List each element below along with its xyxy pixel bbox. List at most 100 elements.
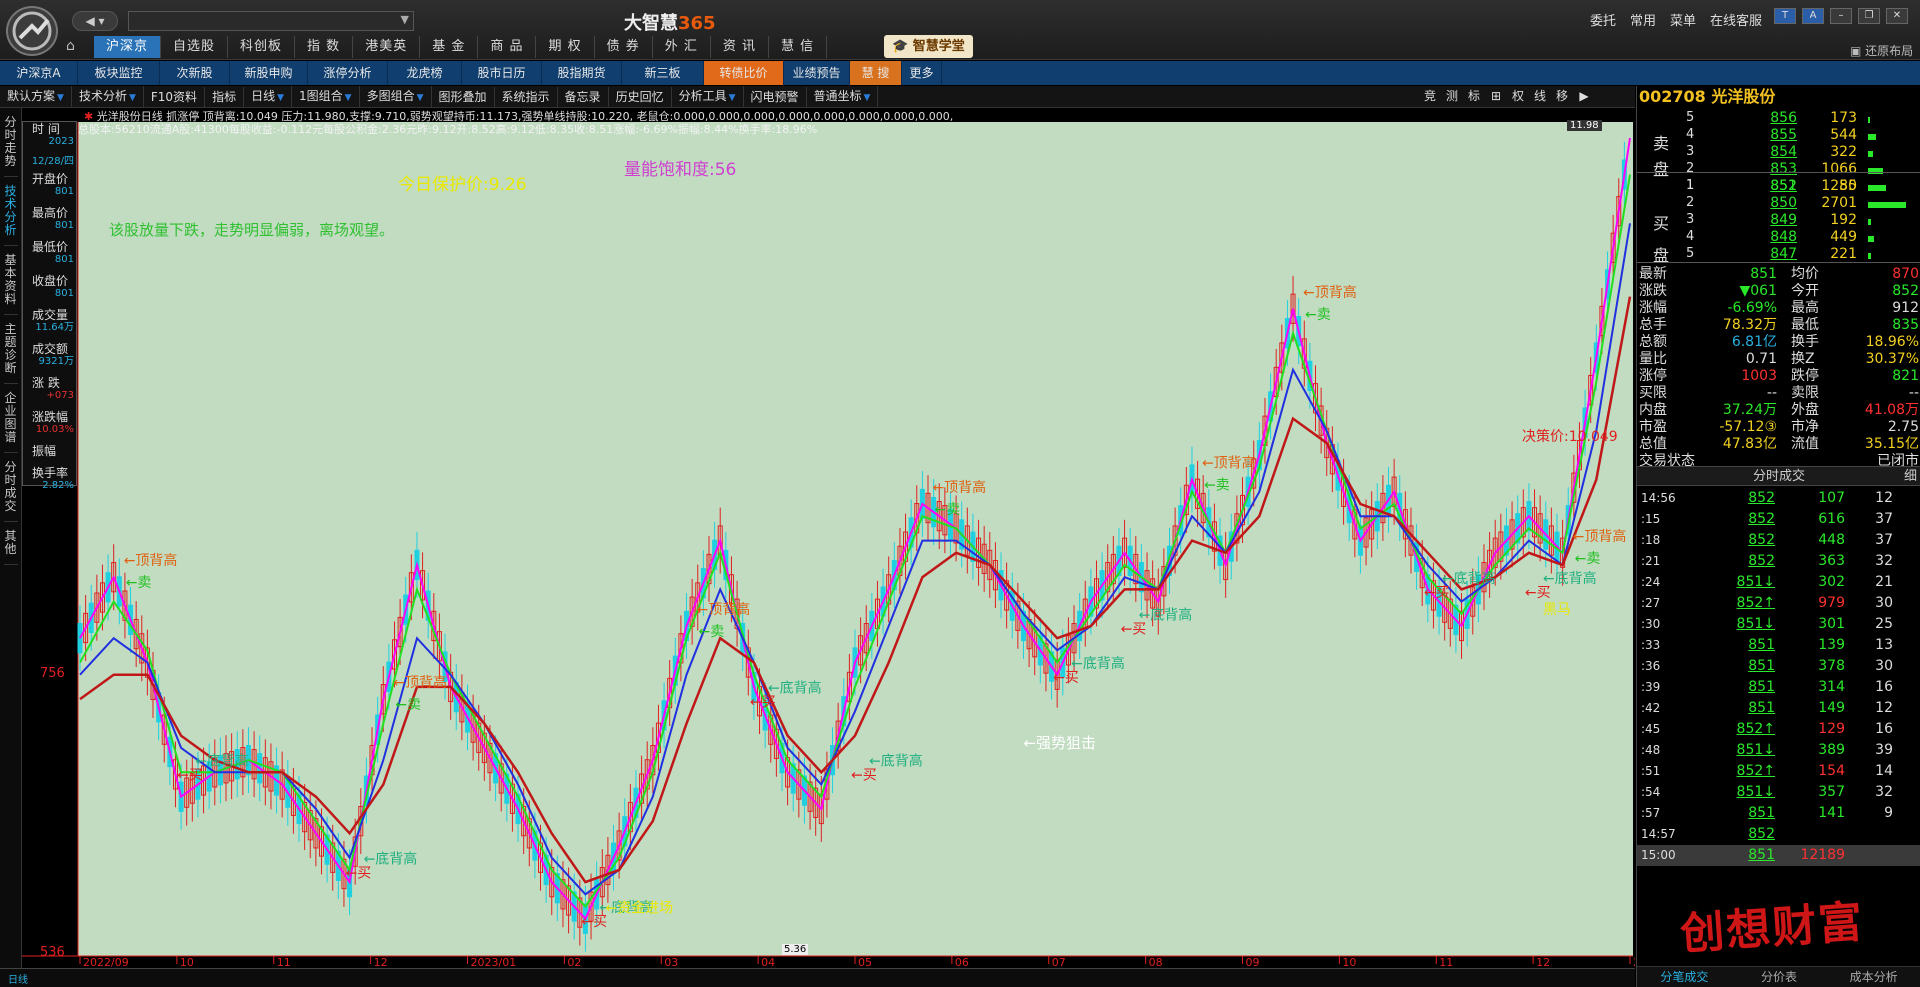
- tab-bonds[interactable]: 债 券: [595, 36, 653, 58]
- subtab-futures[interactable]: 股指期货: [542, 61, 622, 85]
- menu-entrust[interactable]: 委托: [1590, 10, 1616, 29]
- close-icon[interactable]: ✕: [1886, 8, 1908, 24]
- tab-hushenjing[interactable]: 沪深京: [94, 36, 162, 58]
- volume: 173: [1830, 110, 1857, 126]
- ohlc-label: 最高价: [32, 206, 69, 220]
- restore-icon[interactable]: ❐: [1858, 8, 1880, 24]
- trades-detail-tab[interactable]: 细: [1904, 467, 1917, 487]
- vtab-enterprise-map[interactable]: 企业图谱: [3, 384, 18, 453]
- tool-analysis-tools[interactable]: 分析工具 ▼: [672, 85, 744, 108]
- trade-row[interactable]: :42 851 149 12: [1637, 698, 1920, 719]
- vtab-trades[interactable]: 分时成交: [3, 453, 18, 522]
- tab-forex[interactable]: 外 汇: [653, 36, 711, 58]
- tool-indicator[interactable]: 指标: [205, 86, 245, 107]
- grid-icon[interactable]: ⊞: [1486, 86, 1506, 106]
- vtab-intraday[interactable]: 分时走势: [3, 108, 18, 177]
- tool-memo[interactable]: 备忘录: [558, 86, 609, 107]
- subtab-dragon-tiger[interactable]: 龙虎榜: [388, 61, 462, 85]
- trade-price: 852↑: [1736, 721, 1775, 737]
- back-forward-button[interactable]: ◀ ▾: [72, 11, 118, 31]
- trade-row[interactable]: :36 851 378 30: [1637, 656, 1920, 677]
- trade-row[interactable]: 14:57 852: [1637, 824, 1920, 845]
- tool-bid[interactable]: 竞: [1420, 86, 1440, 106]
- tool-flash-alert[interactable]: 闪电预警: [744, 86, 807, 107]
- tool-daily[interactable]: 日线 ▼: [244, 85, 293, 108]
- subtab-search[interactable]: 慧 搜: [850, 61, 902, 85]
- vtab-diagnosis[interactable]: 主题诊断: [3, 315, 18, 384]
- tool-default-scheme[interactable]: 默认方案 ▼: [0, 85, 72, 108]
- bid-row[interactable]: 5 847 221: [1637, 246, 1920, 266]
- academy-button[interactable]: 🎓 智慧学堂: [884, 35, 973, 58]
- subtab-earnings[interactable]: 业绩预告: [784, 61, 850, 85]
- tab-fund[interactable]: 基 金: [420, 36, 479, 58]
- tool-system-signal[interactable]: 系统指示: [495, 86, 558, 107]
- protect-price: 今日保护价:9.26: [398, 175, 527, 195]
- tab-tick-trades[interactable]: 分笔成交: [1637, 967, 1732, 987]
- a-icon[interactable]: A: [1802, 8, 1824, 24]
- subtab-calendar[interactable]: 股市日历: [462, 61, 542, 85]
- trade-row[interactable]: :45 852↑ 129 16: [1637, 719, 1920, 740]
- subtab-ipo[interactable]: 新股申购: [230, 61, 308, 85]
- app-logo-icon[interactable]: [6, 6, 58, 56]
- trade-row[interactable]: :33 851 139 13: [1637, 635, 1920, 656]
- trade-row[interactable]: :57 851 141 9: [1637, 803, 1920, 824]
- menu-common[interactable]: 常用: [1630, 10, 1656, 29]
- tab-watchlist[interactable]: 自选股: [161, 36, 229, 58]
- level: 5: [1686, 110, 1695, 125]
- menu-online-service[interactable]: 在线客服: [1710, 10, 1762, 29]
- subtab-limit-up[interactable]: 涨停分析: [308, 61, 388, 85]
- tab-hk-us-uk[interactable]: 港美英: [353, 36, 421, 58]
- play-icon[interactable]: ▶: [1574, 86, 1594, 106]
- tab-cost-analysis[interactable]: 成本分析: [1826, 967, 1920, 987]
- tab-news[interactable]: 资 讯: [711, 36, 770, 58]
- subtab-sector-monitor[interactable]: 板块监控: [78, 61, 160, 85]
- chevron-down-icon[interactable]: ▼: [401, 13, 409, 26]
- tool-mark[interactable]: 标: [1464, 86, 1484, 106]
- tab-star-market[interactable]: 科创板: [228, 36, 296, 58]
- trade-row[interactable]: :27 852↑ 979 30: [1637, 593, 1920, 614]
- subtab-new-stocks[interactable]: 次新股: [160, 61, 230, 85]
- trade-row[interactable]: :15 852 616 37: [1637, 509, 1920, 530]
- tool-history[interactable]: 历史回忆: [609, 86, 672, 107]
- trade-row[interactable]: :21 852 363 32: [1637, 551, 1920, 572]
- tab-huixin[interactable]: 慧 信: [769, 36, 828, 58]
- tool-line[interactable]: 线: [1530, 86, 1550, 106]
- trade-row[interactable]: :48 851↓ 389 39: [1637, 740, 1920, 761]
- trade-row[interactable]: :39 851 314 16: [1637, 677, 1920, 698]
- subtab-a-shares[interactable]: 沪深京A: [0, 61, 78, 85]
- kline-chart[interactable]: ←顶背高 ←卖 ←顶背高 ←卖 ←顶背高 ←卖 ←顶背高 ←卖 ←顶背高 ←卖 ←顶背高 ←卖 ←顶背高…: [22, 108, 1635, 968]
- subtab-neeq[interactable]: 新三板: [622, 61, 704, 85]
- trade-row[interactable]: :24 851↓ 302 21: [1637, 572, 1920, 593]
- search-input[interactable]: ▼: [128, 11, 414, 31]
- tab-options[interactable]: 期 权: [536, 36, 595, 58]
- period-tab-daily[interactable]: 日线: [0, 971, 36, 986]
- tab-commodity[interactable]: 商 品: [478, 36, 537, 58]
- tab-price-table[interactable]: 分价表: [1732, 967, 1827, 987]
- vtab-basic-info[interactable]: 基本资料: [3, 246, 18, 315]
- trade-row[interactable]: 15:00 851 12189: [1637, 845, 1920, 866]
- trade-row[interactable]: :54 851↓ 357 32: [1637, 782, 1920, 803]
- vtab-other[interactable]: 其他: [3, 522, 18, 565]
- home-icon[interactable]: ⌂: [66, 38, 86, 56]
- trade-row[interactable]: 14:56 852 107 12: [1637, 488, 1920, 509]
- trade-row[interactable]: :18 852 448 37: [1637, 530, 1920, 551]
- tool-tech-analysis[interactable]: 技术分析 ▼: [72, 85, 144, 108]
- tool-multi-chart[interactable]: 多图组合 ▼: [360, 85, 432, 108]
- tab-index[interactable]: 指 数: [295, 36, 354, 58]
- restore-layout-button[interactable]: ▣ 还原布局: [1850, 42, 1913, 59]
- t-icon[interactable]: T: [1774, 8, 1796, 24]
- minimize-icon[interactable]: –: [1830, 8, 1852, 24]
- tool-f10[interactable]: F10资料: [144, 86, 206, 107]
- tool-rights[interactable]: 权: [1508, 86, 1528, 106]
- vtab-tech-analysis[interactable]: 技术分析: [3, 177, 18, 246]
- tool-overlay[interactable]: 图形叠加: [432, 86, 495, 107]
- tool-one-chart[interactable]: 1图组合 ▼: [292, 85, 360, 108]
- tool-coordinate[interactable]: 普通坐标 ▼: [807, 85, 879, 108]
- menu-main[interactable]: 菜单: [1670, 10, 1696, 29]
- subtab-more[interactable]: 更多: [902, 61, 942, 85]
- tool-move[interactable]: 移: [1552, 86, 1572, 106]
- tool-measure[interactable]: 测: [1442, 86, 1462, 106]
- trade-row[interactable]: :51 852↑ 154 14: [1637, 761, 1920, 782]
- trade-row[interactable]: :30 851↓ 301 25: [1637, 614, 1920, 635]
- subtab-cb-compare[interactable]: 转债比价: [704, 61, 784, 85]
